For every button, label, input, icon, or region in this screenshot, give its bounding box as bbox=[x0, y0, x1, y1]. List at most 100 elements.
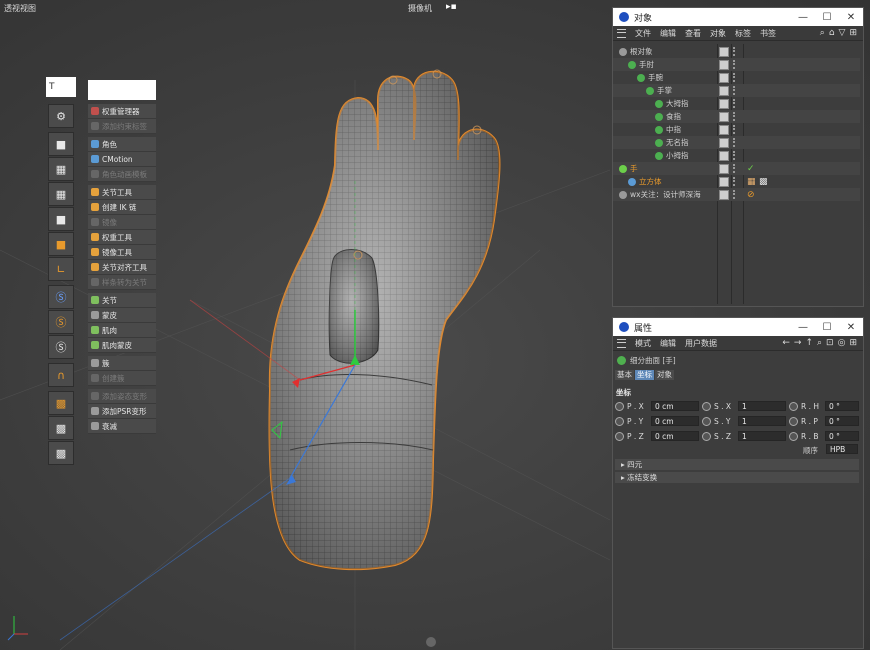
tab-basic[interactable]: 基本 bbox=[615, 370, 634, 380]
render-dots-icon[interactable] bbox=[733, 164, 738, 173]
coord-field[interactable]: 0 cm bbox=[651, 431, 699, 441]
coord-field[interactable]: 0 cm bbox=[651, 401, 699, 411]
render-dots-icon[interactable] bbox=[733, 190, 738, 199]
render-dots-icon[interactable] bbox=[733, 177, 738, 186]
character-menu-item[interactable]: 添加约束标签 bbox=[88, 119, 156, 134]
search-icon[interactable]: ⌕ bbox=[820, 28, 825, 38]
coord-field[interactable]: 1 bbox=[738, 416, 786, 426]
menu-mode[interactable]: 模式 bbox=[635, 338, 651, 349]
animate-radio[interactable] bbox=[789, 431, 798, 441]
character-menu-item[interactable]: 添加姿态变形 bbox=[88, 389, 156, 404]
character-menu-item[interactable]: 角色动画模板 bbox=[88, 167, 156, 182]
render-dots-icon[interactable] bbox=[733, 99, 738, 108]
checker-cube-icon[interactable]: ▦ bbox=[48, 182, 74, 206]
coord-field[interactable]: 0 ° bbox=[825, 401, 859, 411]
menu-object[interactable]: 对象 bbox=[710, 28, 726, 39]
tree-row[interactable]: 手掌 bbox=[613, 84, 860, 97]
section-quaternion[interactable]: ▸ 四元 bbox=[615, 459, 859, 470]
render-dots-icon[interactable] bbox=[733, 151, 738, 160]
home-icon[interactable]: ⌂ bbox=[829, 28, 835, 38]
tab-coord[interactable]: 坐标 bbox=[635, 370, 654, 380]
coord-field[interactable]: 0 cm bbox=[651, 416, 699, 426]
new-window-icon[interactable]: ⊞ bbox=[849, 338, 857, 348]
settings-icon[interactable]: ◎ bbox=[838, 338, 846, 348]
close-button[interactable]: ✕ bbox=[839, 8, 863, 26]
tree-row[interactable]: 立方体 ▦ ▩ bbox=[613, 175, 860, 188]
menu-view[interactable]: 查看 bbox=[685, 28, 701, 39]
menu-file[interactable]: 文件 bbox=[635, 28, 651, 39]
coord-field[interactable]: 1 bbox=[738, 401, 786, 411]
visibility-checkbox[interactable] bbox=[719, 47, 729, 57]
tab-object[interactable]: 对象 bbox=[655, 370, 674, 380]
animate-radio[interactable] bbox=[789, 401, 798, 411]
coord-field[interactable]: 1 bbox=[738, 431, 786, 441]
coord-field[interactable]: 0 ° bbox=[825, 431, 859, 441]
weight-tag-icon[interactable]: ▦ bbox=[747, 177, 756, 187]
menu-edit[interactable]: 编辑 bbox=[660, 28, 676, 39]
animate-radio[interactable] bbox=[615, 416, 624, 426]
checker-cube-icon[interactable]: ▦ bbox=[48, 157, 74, 181]
animate-radio[interactable] bbox=[702, 401, 711, 411]
visibility-checkbox[interactable] bbox=[719, 190, 729, 200]
axis-l-icon[interactable]: ∟ bbox=[48, 257, 74, 281]
character-menu-item[interactable]: 权重工具 bbox=[88, 230, 156, 245]
render-dots-icon[interactable] bbox=[733, 86, 738, 95]
back-arrow-icon[interactable]: ← bbox=[782, 338, 790, 348]
character-menu-item[interactable]: 关节 bbox=[88, 293, 156, 308]
cube-orange-icon[interactable]: ■ bbox=[48, 232, 74, 256]
up-arrow-icon[interactable]: ↑ bbox=[805, 338, 813, 348]
render-dots-icon[interactable] bbox=[733, 138, 738, 147]
character-menu-item[interactable]: CMotion bbox=[88, 152, 156, 167]
joint-icon[interactable]: ⚙ bbox=[48, 104, 74, 128]
viewport-nav-icon[interactable] bbox=[426, 637, 436, 647]
menu-icon[interactable] bbox=[617, 338, 626, 348]
menu-icon[interactable] bbox=[617, 28, 626, 38]
character-menu-item[interactable]: 肌肉 bbox=[88, 323, 156, 338]
minimize-button[interactable]: — bbox=[791, 8, 815, 26]
visibility-checkbox[interactable] bbox=[719, 86, 729, 96]
filter-icon[interactable]: ▽ bbox=[839, 28, 846, 38]
character-menu-item[interactable]: 蒙皮 bbox=[88, 308, 156, 323]
maximize-button[interactable]: ☐ bbox=[815, 8, 839, 26]
character-menu-item[interactable]: 肌肉蒙皮 bbox=[88, 338, 156, 353]
menu-bookmarks[interactable]: 书签 bbox=[760, 28, 776, 39]
character-menu-item[interactable]: 创建 IK 链 bbox=[88, 200, 156, 215]
character-menu-header[interactable] bbox=[88, 80, 156, 100]
s-circle-icon[interactable]: Ⓢ bbox=[48, 335, 74, 359]
visibility-checkbox[interactable] bbox=[719, 164, 729, 174]
character-menu-item[interactable]: 衰减 bbox=[88, 419, 156, 434]
tree-row[interactable]: 手肘 bbox=[613, 58, 860, 71]
render-dots-icon[interactable] bbox=[733, 47, 738, 56]
character-menu-item[interactable]: 关节工具 bbox=[88, 185, 156, 200]
character-menu-item[interactable]: 角色 bbox=[88, 137, 156, 152]
protection-tag-icon[interactable]: ⊘ bbox=[747, 190, 755, 200]
character-menu-item[interactable]: 添加PSR变形 bbox=[88, 404, 156, 419]
minimize-button[interactable]: — bbox=[791, 318, 815, 336]
animate-radio[interactable] bbox=[702, 431, 711, 441]
animate-radio[interactable] bbox=[615, 431, 624, 441]
visibility-checkbox[interactable] bbox=[719, 112, 729, 122]
render-dots-icon[interactable] bbox=[733, 125, 738, 134]
character-menu-item[interactable]: 簇 bbox=[88, 356, 156, 371]
visibility-checkbox[interactable] bbox=[719, 151, 729, 161]
order-select[interactable]: HPB bbox=[826, 444, 858, 454]
render-dots-icon[interactable] bbox=[733, 60, 738, 69]
tree-row[interactable]: 食指 bbox=[613, 110, 860, 123]
tree-row[interactable]: 手腕 bbox=[613, 71, 860, 84]
close-button[interactable]: ✕ bbox=[839, 318, 863, 336]
animate-radio[interactable] bbox=[789, 416, 798, 426]
menu-edit[interactable]: 编辑 bbox=[660, 338, 676, 349]
tree-row[interactable]: 手 ✓ bbox=[613, 162, 860, 175]
s-circle-orange-icon[interactable]: Ⓢ bbox=[48, 310, 74, 334]
tree-row[interactable]: 根对象 bbox=[613, 45, 860, 58]
toolbar-header[interactable]: T bbox=[46, 77, 76, 97]
s-circle-icon[interactable]: Ⓢ bbox=[48, 285, 74, 309]
visibility-checkbox[interactable] bbox=[719, 73, 729, 83]
menu-userdata[interactable]: 用户数据 bbox=[685, 338, 717, 349]
grid-orange-icon[interactable]: ▩ bbox=[48, 391, 74, 415]
section-freeze[interactable]: ▸ 冻结变换 bbox=[615, 472, 859, 483]
cube-icon[interactable]: ■ bbox=[48, 207, 74, 231]
character-menu-item[interactable]: 权重管理器 bbox=[88, 104, 156, 119]
coord-field[interactable]: 0 ° bbox=[825, 416, 859, 426]
lock-icon[interactable]: ⊡ bbox=[826, 338, 834, 348]
